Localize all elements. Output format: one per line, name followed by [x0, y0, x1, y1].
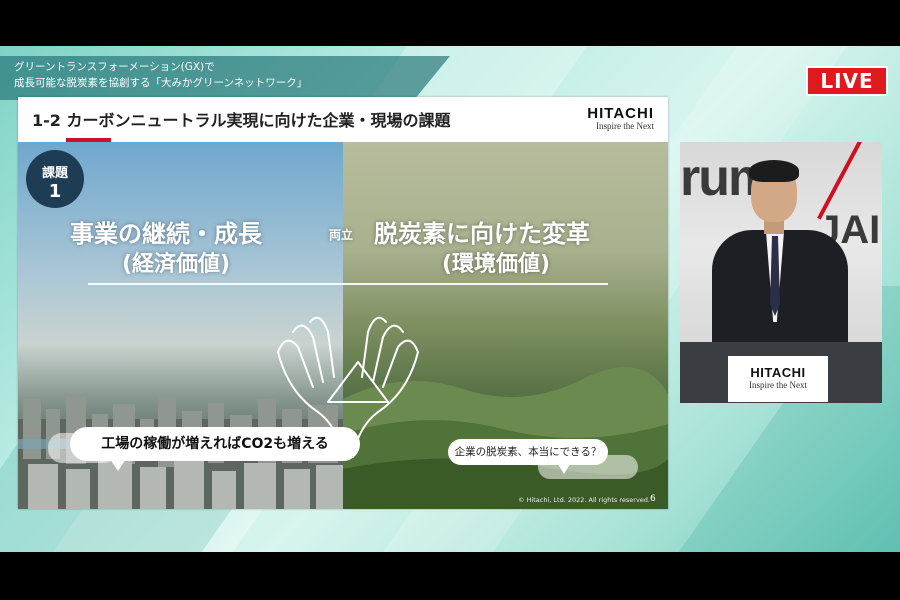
hitachi-logo: HITACHI Inspire the Next	[587, 105, 654, 131]
economic-subheading: (経済価値)	[122, 252, 231, 277]
session-topic: グリーントランスフォーメーション(GX)で 成長可能な脱炭素を協創する「大みかグ…	[14, 59, 307, 91]
speaker-video-feed: rum JAI HITACHI Inspire the Next	[680, 142, 882, 403]
balance-label: 両立	[329, 228, 354, 242]
heading-divider	[88, 283, 608, 285]
podium-logo-tagline: Inspire the Next	[749, 380, 807, 390]
speech-bubble-tail	[558, 464, 570, 474]
slide-header: 1-2 カーボンニュートラル実現に向けた企業・現場の課題 HITACHI Ins…	[18, 97, 668, 139]
speech-bubble-decarbonization: 企業の脱炭素、本当にできる？	[448, 439, 608, 474]
badge-label: 課題	[41, 166, 68, 181]
environmental-subheading: (環境価値)	[442, 252, 551, 277]
speaker-hair	[749, 160, 799, 182]
economic-heading: 事業の継続・成長	[70, 220, 262, 248]
speech-bubble-factory: 工場の稼働が増えればCO2も増える	[70, 427, 360, 471]
slide-page-number: 6	[650, 494, 656, 504]
badge-number: 1	[48, 181, 62, 202]
speech-bubble-decarbonization-text: 企業の脱炭素、本当にできる？	[454, 446, 602, 458]
logo-tagline: Inspire the Next	[596, 121, 654, 131]
live-badge: LIVE	[806, 66, 888, 96]
podium-logo-name: HITACHI	[750, 365, 806, 380]
topic-line-1: グリーントランスフォーメーション(GX)で	[14, 61, 215, 73]
speech-bubble-factory-text: 工場の稼働が増えればCO2も増える	[101, 436, 329, 452]
slide-title: 1-2 カーボンニュートラル実現に向けた企業・現場の課題	[32, 111, 451, 130]
topic-line-2: 成長可能な脱炭素を協創する「大みかグリーンネットワーク」	[14, 77, 308, 89]
environmental-heading: 脱炭素に向けた変革	[374, 220, 590, 248]
presentation-slide: 1-2 カーボンニュートラル実現に向けた企業・現場の課題 HITACHI Ins…	[18, 97, 668, 509]
speech-bubble-tail	[110, 459, 126, 471]
podium-hitachi-logo: HITACHI Inspire the Next	[728, 356, 828, 402]
slide-copyright: © Hitachi, Ltd. 2022. All rights reserve…	[518, 496, 650, 504]
issue-badge: 課題 1	[26, 150, 84, 208]
logo-name: HITACHI	[587, 105, 654, 122]
